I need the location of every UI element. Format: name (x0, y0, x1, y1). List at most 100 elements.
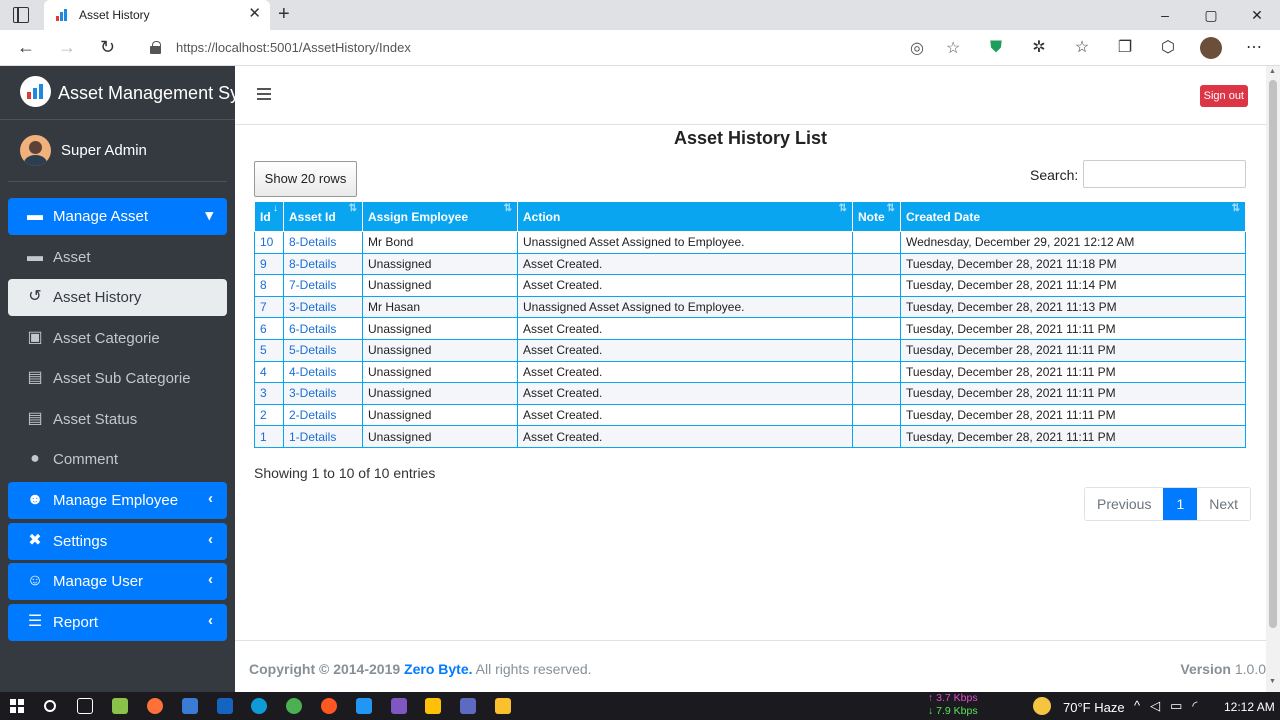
browser-tab[interactable]: Asset History ✕ (44, 0, 270, 30)
remote-desktop-icon[interactable] (217, 698, 233, 714)
asset-details-link[interactable]: 8-Details (283, 231, 363, 254)
table-row: 2 2-Details Unassigned Asset Created. Tu… (254, 403, 1246, 427)
sidebar-item-settings[interactable]: ✖ Settings ‹ (8, 523, 227, 560)
sidebar-item-label: Asset Categorie (53, 330, 160, 347)
back-icon[interactable]: ← (17, 37, 35, 57)
column-header-id[interactable]: Id ↓ (254, 201, 284, 232)
chevron-left-icon: ‹ (208, 571, 213, 588)
sidebar-item-asset-categorie[interactable]: ▣ Asset Categorie (8, 320, 227, 357)
window-close-icon[interactable]: ✕ (1234, 0, 1280, 30)
search-icon[interactable] (44, 700, 56, 712)
scroll-down-icon[interactable]: ▼ (1269, 678, 1276, 685)
profile-avatar[interactable] (1200, 37, 1222, 59)
cell-note (852, 317, 901, 340)
firefox-icon[interactable] (147, 698, 163, 714)
sidebar-item-asset-sub-categorie[interactable]: ▤ Asset Sub Categorie (8, 360, 227, 397)
battery-icon[interactable]: ▭ (1170, 698, 1182, 714)
windows-start-icon[interactable] (10, 699, 24, 713)
asset-details-link[interactable]: 7-Details (283, 274, 363, 297)
sidebar-item-asset-history[interactable]: ↺ Asset History (8, 279, 227, 316)
postman-icon[interactable] (321, 698, 337, 714)
asset-details-link[interactable]: 8-Details (283, 252, 363, 276)
chrome-icon[interactable] (286, 698, 302, 714)
sidebar-item-asset-status[interactable]: ▤ Asset Status (8, 401, 227, 438)
lock-icon (150, 41, 161, 54)
more-icon[interactable]: ⋯ (1243, 37, 1265, 59)
task-view-icon[interactable] (77, 698, 93, 714)
forward-icon[interactable]: → (58, 37, 76, 57)
volume-icon[interactable]: ◁ (1150, 698, 1160, 714)
sidebar-item-report[interactable]: ☰ Report ‹ (8, 604, 227, 641)
shield-icon[interactable]: ⛊ (985, 37, 1007, 59)
extensions-icon[interactable]: ✲ (1028, 37, 1050, 59)
close-tab-icon[interactable]: ✕ (248, 6, 261, 21)
favorite-add-icon[interactable]: ☆ (946, 38, 960, 58)
notepad-icon[interactable] (112, 698, 128, 714)
weather-icon[interactable] (1033, 697, 1051, 715)
sidebar-item-label: Asset History (53, 289, 142, 306)
minimize-icon[interactable]: – (1142, 0, 1188, 30)
new-tab-icon[interactable]: + (278, 4, 290, 24)
sidebar-item-comment[interactable]: ● Comment (8, 441, 227, 478)
user-cog-icon: ☺ (26, 572, 44, 589)
hamburger-menu-icon[interactable] (257, 88, 271, 101)
show-rows-button[interactable]: Show 20 rows (254, 161, 357, 197)
favorites-icon[interactable]: ☆ (1071, 37, 1093, 59)
asset-details-link[interactable]: 3-Details (283, 295, 363, 319)
column-header-created-date[interactable]: Created Date ⇅ (900, 201, 1246, 232)
sort-icon: ⇅ (886, 203, 895, 214)
clock[interactable]: 12:12 AM (1224, 700, 1275, 714)
sort-icon: ⇅ (503, 203, 512, 214)
user-panel: Super Admin (8, 120, 227, 182)
table-row: 9 8-Details Unassigned Asset Created. Tu… (254, 252, 1246, 276)
previous-page-button[interactable]: Previous (1085, 488, 1164, 520)
tab-actions-icon[interactable] (13, 7, 29, 23)
column-header-action[interactable]: Action ⇅ (517, 201, 853, 232)
refresh-icon[interactable]: ↻ (100, 37, 115, 57)
weather-text[interactable]: 70°F Haze (1063, 700, 1125, 715)
column-header-asset-id[interactable]: Asset Id ⇅ (283, 201, 363, 232)
location-icon[interactable]: ◎ (910, 38, 924, 58)
performance-icon[interactable]: ⬡ (1157, 37, 1179, 59)
sign-out-button[interactable]: Sign out (1199, 85, 1248, 107)
user-name[interactable]: Super Admin (61, 142, 147, 159)
search-input[interactable] (1083, 160, 1246, 188)
collections-icon[interactable]: ❐ (1114, 37, 1136, 59)
sidebar-item-asset[interactable]: ▬ Asset (8, 239, 227, 276)
visual-studio-icon[interactable] (391, 698, 407, 714)
asset-details-link[interactable]: 5-Details (283, 338, 363, 362)
asset-details-link[interactable]: 3-Details (283, 382, 363, 405)
cell-created-date: Tuesday, December 28, 2021 11:13 PM (900, 295, 1246, 319)
sidebar-item-manage-asset[interactable]: ▬ Manage Asset ▾ (8, 198, 227, 235)
url-field[interactable]: https://localhost:5001/AssetHistory/Inde… (140, 35, 970, 61)
company-link[interactable]: Zero Byte. (404, 661, 472, 677)
brand[interactable]: Asset Management Sys (0, 66, 248, 120)
vscode-icon[interactable] (356, 698, 372, 714)
column-header-note[interactable]: Note ⇅ (852, 201, 901, 232)
sidebar-item-manage-user[interactable]: ☺ Manage User ‹ (8, 563, 227, 600)
sticky-notes-icon[interactable] (425, 698, 441, 714)
scroll-up-icon[interactable]: ▲ (1269, 68, 1276, 75)
asset-details-link[interactable]: 1-Details (283, 425, 363, 448)
asset-details-link[interactable]: 4-Details (283, 360, 363, 384)
extensions-toolbar: ⛊ ✲ ☆ ❐ ⬡ ⋯ (985, 37, 1265, 59)
outlook-icon[interactable] (182, 698, 198, 714)
next-page-button[interactable]: Next (1197, 488, 1251, 520)
chevron-up-icon[interactable]: ^ (1134, 698, 1140, 714)
page-1-button[interactable]: 1 (1163, 488, 1198, 520)
asset-details-link[interactable]: 6-Details (283, 317, 363, 340)
sort-desc-icon: ↓ (273, 203, 278, 214)
edge-icon[interactable] (251, 698, 267, 714)
sidebar-item-manage-employee[interactable]: ☻ Manage Employee ‹ (8, 482, 227, 519)
history-icon: ↺ (28, 288, 42, 305)
wifi-icon[interactable]: ◜ (1192, 698, 1197, 714)
cell-employee: Unassigned (362, 317, 518, 340)
page-scrollbar[interactable]: ▲ ▼ (1266, 66, 1280, 692)
asset-details-link[interactable]: 2-Details (283, 403, 363, 427)
maximize-icon[interactable]: ▢ (1188, 0, 1234, 30)
teams-icon[interactable] (460, 698, 476, 714)
column-header-assign-employee[interactable]: Assign Employee ⇅ (362, 201, 518, 232)
file-explorer-icon[interactable] (495, 698, 511, 714)
scroll-thumb[interactable] (1269, 80, 1277, 628)
column-header-label: Id (260, 209, 271, 224)
